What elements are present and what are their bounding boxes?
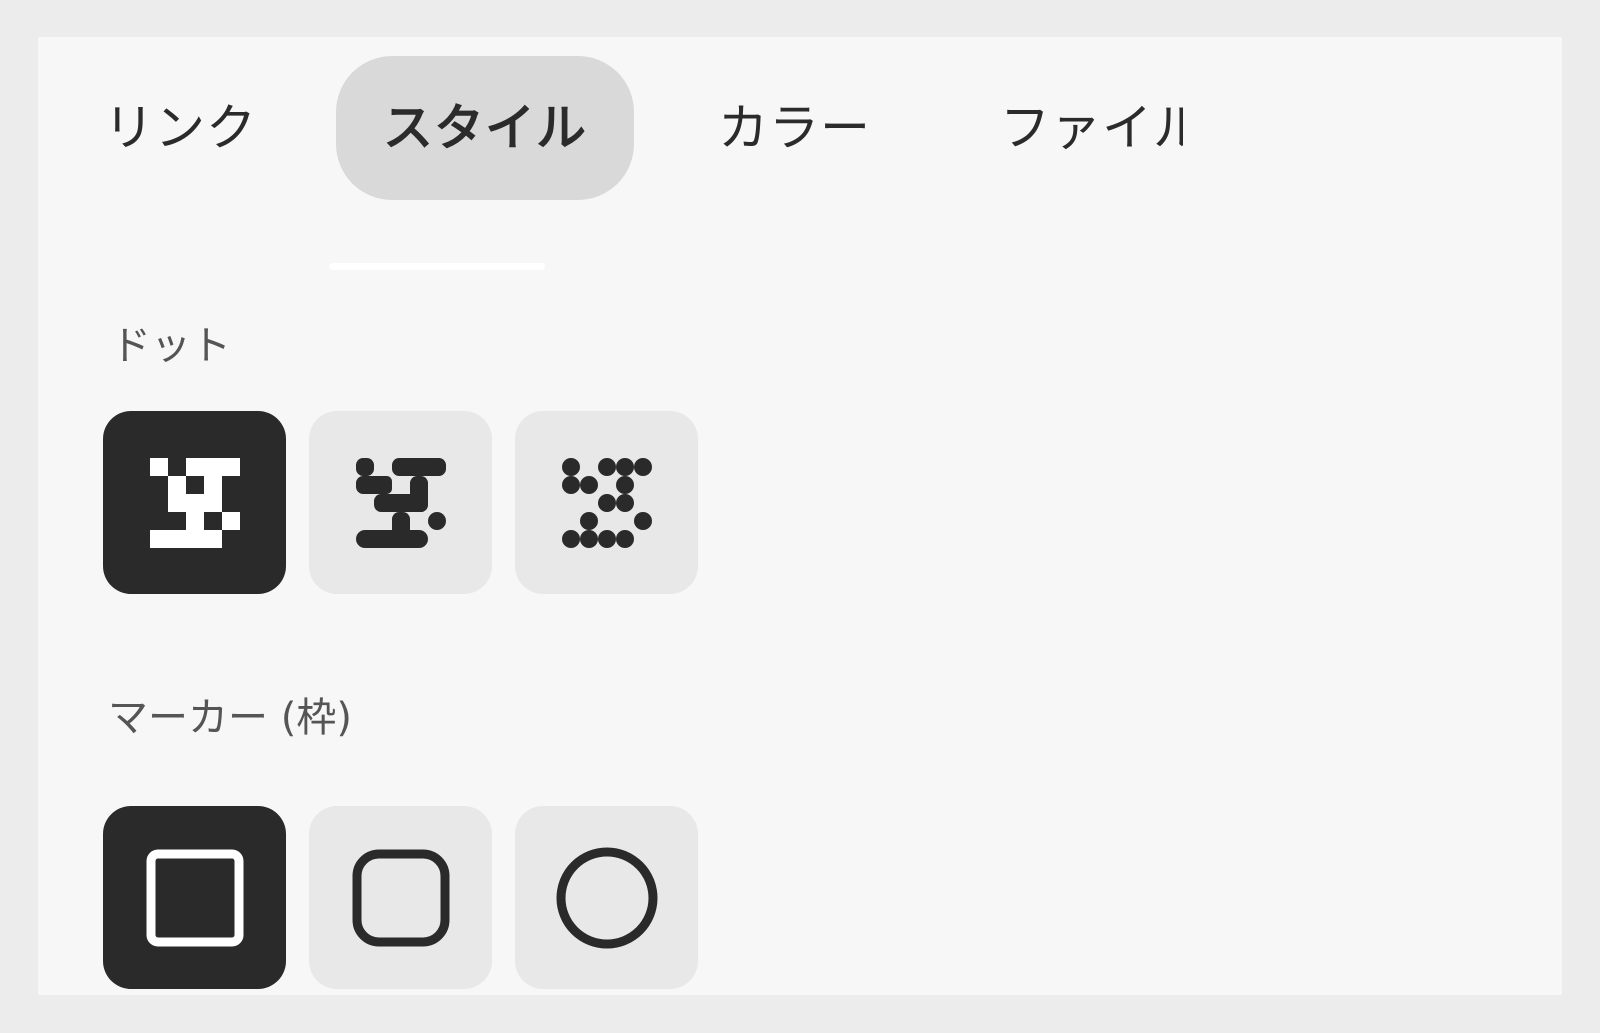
dot-style-circle-option[interactable] bbox=[515, 411, 698, 594]
dots-section-label: ドット bbox=[111, 323, 231, 369]
tab-indicator bbox=[329, 263, 545, 270]
tab-link[interactable]: リンク bbox=[104, 56, 257, 200]
dot-style-square-option[interactable] bbox=[103, 411, 286, 594]
tab-style[interactable]: スタイル bbox=[336, 56, 634, 200]
circle-dots-icon bbox=[561, 457, 652, 548]
tab-color[interactable]: カラー bbox=[718, 56, 871, 200]
rounded-dots-icon bbox=[355, 457, 446, 548]
square-marker-icon bbox=[146, 849, 243, 946]
style-panel: リンク スタイル カラー ファイル ドット マーカー (枠) bbox=[38, 37, 1562, 995]
rounded-square-marker-icon bbox=[352, 849, 449, 946]
marker-style-square-option[interactable] bbox=[103, 806, 286, 989]
dot-style-rounded-option[interactable] bbox=[309, 411, 492, 594]
marker-style-circle-option[interactable] bbox=[515, 806, 698, 989]
circle-marker-icon bbox=[556, 847, 657, 948]
tab-file[interactable]: ファイル bbox=[1000, 56, 1183, 200]
marker-section-label: マーカー (枠) bbox=[108, 695, 352, 741]
marker-style-rounded-option[interactable] bbox=[309, 806, 492, 989]
tab-bar: リンク スタイル カラー ファイル bbox=[38, 56, 1183, 200]
square-dots-icon bbox=[149, 457, 240, 548]
